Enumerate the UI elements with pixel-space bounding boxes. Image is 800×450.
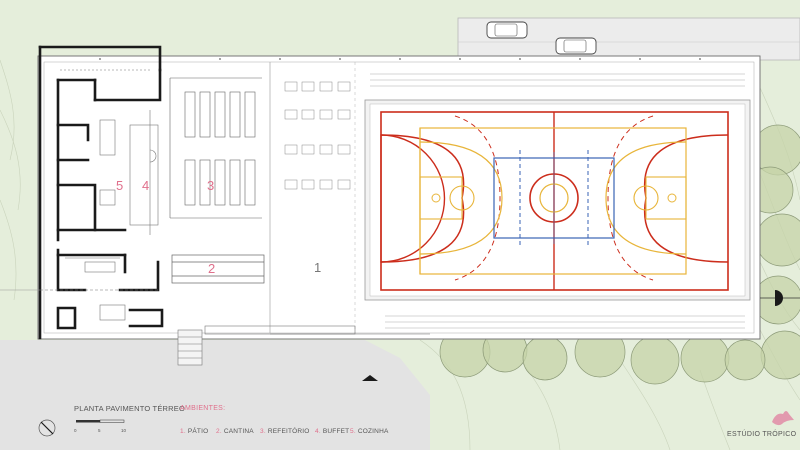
- legend-label: REFEITÓRIO: [267, 428, 310, 435]
- legend-label: BUFFET: [322, 428, 350, 435]
- scale-label: 5: [98, 428, 101, 433]
- floor-plan-drawing: [0, 0, 800, 450]
- legend-label: PÁTIO: [187, 428, 209, 435]
- legend-item-cantina: 2. CANTINA: [216, 428, 254, 435]
- room-number-cozinha: 5: [116, 178, 124, 193]
- scale-label: 10: [121, 428, 127, 433]
- room-number-refeitorio: 3: [207, 178, 215, 193]
- legend-item-patio: 1. PÁTIO: [180, 428, 208, 435]
- tree-icon: [724, 339, 766, 381]
- room-number-cantina: 2: [208, 261, 216, 276]
- legend-number: 2.: [216, 428, 222, 435]
- legend-heading: AMBIENTES:: [180, 405, 226, 412]
- studio-brand: ESTÚDIO TRÓPICO: [727, 431, 797, 438]
- room-number-patio: 1: [314, 260, 322, 275]
- legend-label: COZINHA: [357, 428, 389, 435]
- legend-number: 1.: [180, 428, 186, 435]
- drawing-title: PLANTA PAVIMENTO TÉRREO: [74, 404, 186, 413]
- legend-item-buffet: 4. BUFFET: [315, 428, 349, 435]
- floor-plan-sheet: 5 4 3 2 1 PLANTA PAVIMENTO TÉRREO AMBIEN…: [0, 0, 800, 450]
- car-icon: [555, 37, 597, 55]
- tree-icon: [630, 335, 680, 385]
- sports-court: [364, 73, 751, 329]
- legend-label: CANTINA: [223, 428, 254, 435]
- legend-number: 3.: [260, 428, 266, 435]
- legend-number: 4.: [315, 428, 321, 435]
- scale-label: 0: [74, 428, 77, 433]
- tree-icon: [522, 335, 568, 381]
- tree-icon: [680, 333, 730, 383]
- legend-item-refeitorio: 3. REFEITÓRIO: [260, 428, 310, 435]
- room-number-buffet: 4: [142, 178, 150, 193]
- legend-number: 5.: [350, 428, 356, 435]
- car-icon: [486, 21, 528, 39]
- legend-item-cozinha: 5. COZINHA: [350, 428, 389, 435]
